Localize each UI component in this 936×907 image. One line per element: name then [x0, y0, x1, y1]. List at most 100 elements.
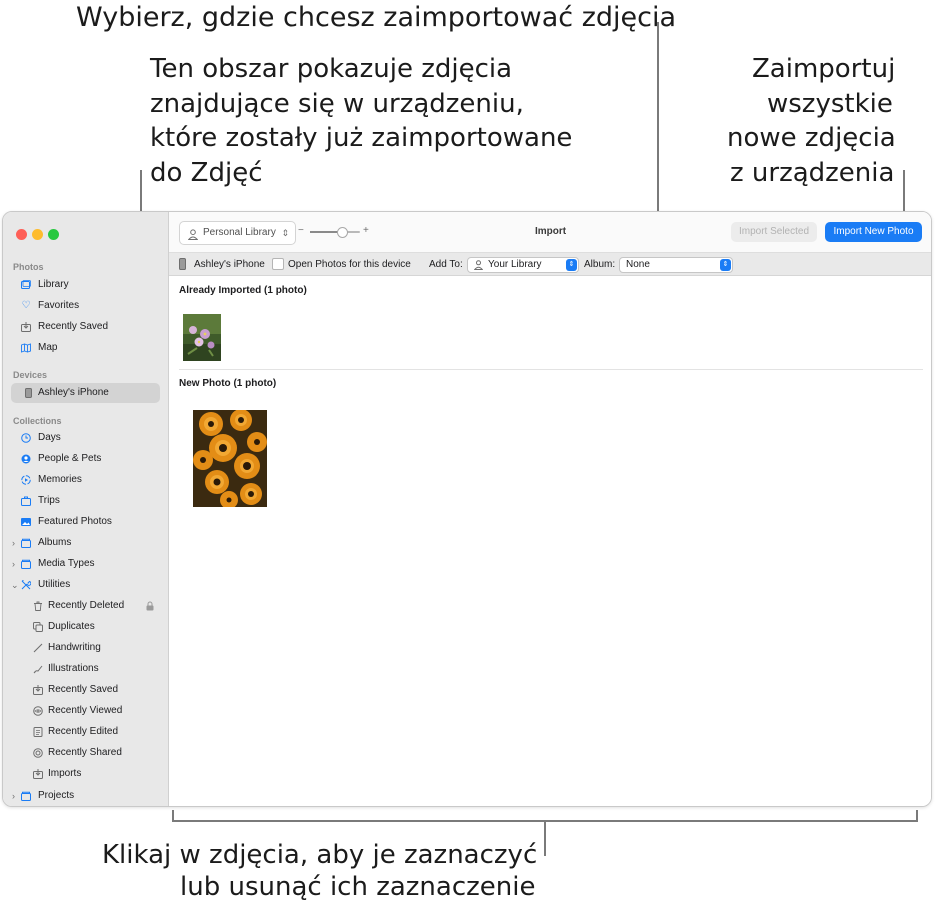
toolbar: Personal Library ⇕ − + Import Import Sel…: [169, 212, 931, 253]
add-to-popup[interactable]: Your Library ⇕: [467, 257, 579, 273]
sidebar-item-label: Map: [38, 342, 58, 353]
sidebar-item-recently-edited[interactable]: Recently Edited: [11, 722, 160, 742]
chevron-right-icon[interactable]: ›: [12, 533, 15, 553]
memories-icon: [21, 475, 31, 485]
iphone-icon: [23, 388, 33, 398]
popup-chevron-icon: ⇕: [566, 259, 577, 271]
callout-already-imported-2: znajdujące się w urządzeniu,: [150, 89, 524, 119]
open-photos-checkbox[interactable]: [272, 258, 284, 270]
zoom-slider-knob[interactable]: [337, 227, 348, 238]
zoom-slider[interactable]: [310, 227, 360, 238]
album-popup[interactable]: None ⇕: [619, 257, 733, 273]
edit-icon: [33, 727, 43, 737]
new-photo[interactable]: [193, 410, 267, 507]
sidebar-item-label: Recently Saved: [48, 684, 119, 695]
sidebar-item-days[interactable]: Days: [11, 428, 160, 448]
device-name: Ashley's iPhone: [194, 259, 265, 270]
sidebar-item-media-types[interactable]: › Media Types: [11, 554, 160, 574]
sidebar-item-label: Illustrations: [48, 663, 99, 674]
sidebar-item-featured-photos[interactable]: Featured Photos: [11, 512, 160, 532]
tray-download-icon: [33, 769, 43, 779]
sidebar-item-library[interactable]: Library: [11, 275, 160, 295]
photos-import-window: Photos Library ♡ Favorites Recently Save…: [2, 211, 932, 807]
callout-click-photos-2: lub usunąć ich zaznaczenie: [180, 872, 536, 902]
sidebar-item-label: Duplicates: [48, 621, 95, 632]
popup-chevron-icon: ⇕: [720, 259, 731, 271]
window-title: Import: [535, 226, 567, 237]
library-picker[interactable]: Personal Library ⇕: [179, 221, 296, 245]
trash-icon: [33, 601, 43, 611]
sidebar-section-photos: Photos: [13, 262, 44, 272]
sidebar-section-collections: Collections: [13, 416, 62, 426]
new-photo-heading: New Photo (1 photo): [179, 378, 277, 389]
minimize-button[interactable]: [32, 229, 43, 240]
photo-library-icon: [21, 280, 31, 290]
sidebar-item-utilities[interactable]: ⌄ Utilities: [11, 575, 160, 595]
sidebar-item-recently-saved[interactable]: Recently Saved: [11, 317, 160, 337]
sidebar-item-ashleys-iphone[interactable]: Ashley's iPhone: [11, 383, 160, 403]
callout-already-imported-3: które zostały już zaimportowane: [150, 123, 573, 153]
sidebar-item-label: People & Pets: [38, 453, 102, 464]
sidebar-item-label: Recently Shared: [48, 747, 122, 758]
sidebar-item-imports[interactable]: Imports: [11, 764, 160, 784]
sidebar-item-label: Days: [38, 432, 61, 443]
sidebar-item-label: Handwriting: [48, 642, 101, 653]
sidebar-item-label: Recently Saved: [38, 321, 109, 332]
sidebar-item-label: Media Types: [38, 558, 95, 569]
sidebar: Photos Library ♡ Favorites Recently Save…: [3, 212, 169, 806]
heart-icon: ♡: [21, 300, 31, 311]
sidebar-item-duplicates[interactable]: Duplicates: [11, 617, 160, 637]
eye-icon: [33, 706, 43, 716]
callout-import-all-3: nowe zdjęcia: [727, 123, 896, 153]
sidebar-item-handwriting[interactable]: Handwriting: [11, 638, 160, 658]
sidebar-item-map[interactable]: Map: [11, 338, 160, 358]
sidebar-item-projects[interactable]: › Projects: [11, 786, 160, 806]
chevron-right-icon[interactable]: ›: [12, 786, 15, 806]
sidebar-item-label: Albums: [38, 537, 72, 548]
chevron-down-icon[interactable]: ⌄: [11, 575, 19, 595]
person-icon: [473, 260, 484, 275]
already-imported-photo[interactable]: [183, 314, 221, 361]
zoom-button[interactable]: [48, 229, 59, 240]
album-value: None: [626, 259, 650, 270]
sidebar-item-label: Trips: [38, 495, 60, 506]
callout-already-imported-1: Ten obszar pokazuje zdjęcia: [150, 54, 513, 84]
sidebar-item-favorites[interactable]: ♡ Favorites: [11, 296, 160, 316]
lock-icon: [145, 601, 155, 611]
clock-icon: [21, 433, 31, 443]
callout-import-all-1: Zaimportuj: [752, 54, 896, 84]
import-new-photo-button[interactable]: Import New Photo: [825, 222, 922, 242]
sidebar-item-label: Recently Edited: [48, 726, 119, 737]
zoom-out-label[interactable]: −: [298, 225, 304, 236]
person-circle-icon: [21, 454, 31, 464]
sidebar-item-label: Featured Photos: [38, 516, 112, 527]
folder-icon: [21, 791, 31, 801]
sidebar-item-illustrations[interactable]: Illustrations: [11, 659, 160, 679]
sidebar-item-recently-viewed[interactable]: Recently Viewed: [11, 701, 160, 721]
callout-already-imported-4: do Zdjęć: [150, 158, 263, 188]
sidebar-item-recently-shared[interactable]: Recently Shared: [11, 743, 160, 763]
sidebar-item-label: Imports: [48, 768, 82, 779]
sidebar-section-devices: Devices: [13, 370, 48, 380]
up-down-chevron-icon: ⇕: [281, 228, 289, 238]
chevron-right-icon[interactable]: ›: [12, 554, 15, 574]
sidebar-item-trips[interactable]: Trips: [11, 491, 160, 511]
map-icon: [21, 343, 31, 353]
callout-import-all-2: wszystkie: [767, 89, 893, 119]
add-to-value: Your Library: [488, 259, 542, 270]
sidebar-item-memories[interactable]: Memories: [11, 470, 160, 490]
sidebar-item-recently-deleted[interactable]: Recently Deleted: [11, 596, 160, 616]
folder-icon: [21, 538, 31, 548]
sidebar-item-people-pets[interactable]: People & Pets: [11, 449, 160, 469]
person-icon: [187, 227, 199, 249]
share-circle-icon: [33, 748, 43, 758]
import-selected-button[interactable]: Import Selected: [731, 222, 817, 242]
tools-icon: [21, 580, 32, 590]
close-button[interactable]: [16, 229, 27, 240]
section-divider: [179, 369, 923, 370]
pencil-icon: [33, 643, 43, 653]
sidebar-item-recently-saved-utility[interactable]: Recently Saved: [11, 680, 160, 700]
zoom-in-label[interactable]: +: [363, 225, 369, 236]
folder-icon: [21, 559, 31, 569]
sidebar-item-albums[interactable]: › Albums: [11, 533, 160, 553]
